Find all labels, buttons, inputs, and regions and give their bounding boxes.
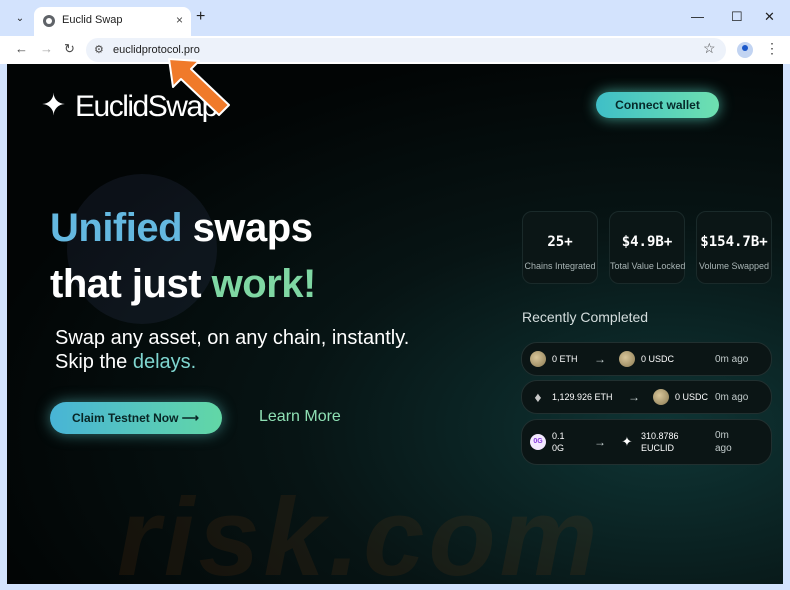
eth-token-icon <box>530 351 546 367</box>
stat-value: $4.9B+ <box>621 234 673 250</box>
close-icon[interactable]: × <box>176 13 183 27</box>
hero-subtitle-line2: Skip the delays. <box>55 351 196 374</box>
star-icon[interactable]: ☆ <box>703 40 716 57</box>
stat-label: Volume Swapped <box>698 261 770 271</box>
to-amount: 0 USDC <box>675 392 709 402</box>
arrow-right-icon: → <box>594 435 606 449</box>
hero-accent-work: work! <box>211 262 317 306</box>
window-close-button[interactable]: ✕ <box>764 9 775 25</box>
watermark-text: risk.com <box>117 476 602 584</box>
hero-text-swaps: swaps <box>182 206 313 250</box>
transaction-row: 0G 0.1 0G → ✦ 310.8786 EUCLID 0m ago <box>521 419 772 465</box>
hero-heading-line2: that just work! <box>50 262 316 307</box>
connect-wallet-button[interactable]: Connect wallet <box>596 92 719 118</box>
transaction-row: 0 ETH → 0 USDC 0m ago <box>521 342 772 376</box>
hero-text-that-just: that just <box>50 262 212 306</box>
stat-card-tvl: $4.9B+ Total Value Locked <box>609 211 685 284</box>
hero-subtitle-skip: Skip the <box>55 351 133 373</box>
from-amount: 0.1 0G <box>552 431 565 453</box>
back-arrow-icon[interactable]: ← <box>15 41 28 56</box>
arrow-right-icon: → <box>628 390 640 404</box>
browser-toolbar: ← → ↻ ⚙ euclidprotocol.pro ☆ ⋮ <box>0 36 790 64</box>
time-ago: 0m ago <box>715 430 732 454</box>
pointer-arrow-icon <box>168 58 230 116</box>
from-amount: 0 ETH <box>552 354 578 364</box>
stat-value: 25+ <box>547 234 573 250</box>
site-settings-icon[interactable]: ⚙ <box>94 43 104 56</box>
eth-token-icon: ♦ <box>534 389 542 405</box>
recently-completed-title: Recently Completed <box>522 309 649 325</box>
stat-card-volume: $154.7B+ Volume Swapped <box>696 211 772 284</box>
plus-icon[interactable]: + <box>196 8 205 26</box>
stat-label: Chains Integrated <box>524 261 596 271</box>
arrow-right-icon: → <box>594 352 606 366</box>
from-amount: 1,129.926 ETH <box>552 392 613 402</box>
time-ago: 0m ago <box>715 354 749 365</box>
stat-value: $154.7B+ <box>700 234 768 250</box>
hero-accent-unified: Unified <box>50 206 183 250</box>
window-bottom-edge <box>0 584 790 590</box>
usdc-token-icon <box>619 351 635 367</box>
tab-title: Euclid Swap <box>62 14 123 26</box>
browser-tabbar: ⌄ Euclid Swap × + — ☐ ✕ <box>0 0 790 36</box>
tab-euclid-swap[interactable]: Euclid Swap × <box>34 7 191 36</box>
minimize-button[interactable]: — <box>691 9 704 24</box>
reload-icon[interactable]: ↻ <box>64 41 75 57</box>
stat-card-chains: 25+ Chains Integrated <box>522 211 598 284</box>
euclid-token-icon: ✦ <box>621 434 633 449</box>
hero-subtitle-delays: delays. <box>132 351 197 373</box>
tab-search-chevron-down-icon[interactable]: ⌄ <box>10 10 30 28</box>
hero-heading-line1: Unified swaps <box>50 206 313 251</box>
usdc-token-icon <box>653 389 669 405</box>
to-amount: 310.8786 EUCLID <box>641 431 679 453</box>
maximize-button[interactable]: ☐ <box>731 9 743 25</box>
kebab-menu-icon[interactable]: ⋮ <box>765 40 779 57</box>
time-ago: 0m ago <box>715 392 749 403</box>
transaction-row: ♦ 1,129.926 ETH → 0 USDC 0m ago <box>521 380 772 414</box>
learn-more-link[interactable]: Learn More <box>259 408 341 426</box>
hero-subtitle-line1: Swap any asset, on any chain, instantly. <box>55 327 410 349</box>
sparkle-logo-icon: ✦ <box>41 89 67 122</box>
globe-icon <box>43 15 55 27</box>
profile-icon[interactable] <box>737 42 753 58</box>
page-viewport: risk.com ✦ EuclidSwap Connect wallet Uni… <box>7 64 783 584</box>
stat-label: Total Value Locked <box>610 261 686 271</box>
og-token-icon: 0G <box>530 434 546 450</box>
claim-testnet-button[interactable]: Claim Testnet Now ⟶ <box>50 402 222 434</box>
forward-arrow-icon[interactable]: → <box>40 41 53 56</box>
to-amount: 0 USDC <box>641 354 675 364</box>
